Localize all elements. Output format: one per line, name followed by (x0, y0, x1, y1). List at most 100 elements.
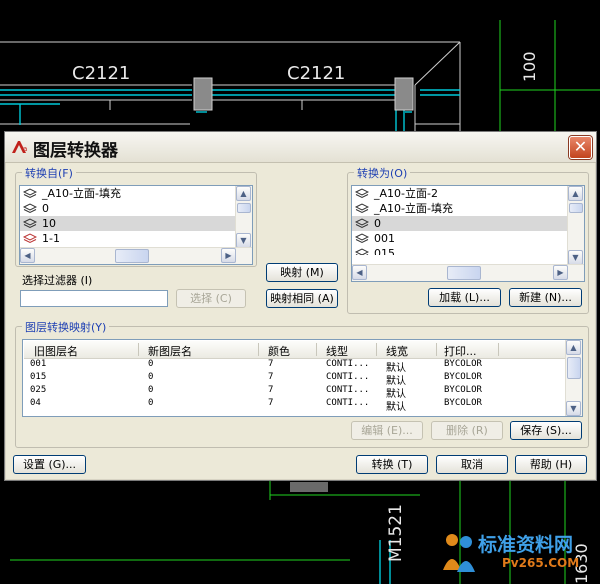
scroll-right-button[interactable]: ▶ (553, 265, 568, 280)
convert-to-label: 转换为(O) (354, 165, 411, 181)
scroll-up-button[interactable]: ▲ (236, 186, 251, 201)
list-item[interactable]: _A10-立面-填充 (352, 201, 584, 216)
cad-dimension-100: 100 (520, 51, 539, 82)
layer-mapping-label: 图层转换映射(Y) (22, 319, 110, 335)
close-button[interactable]: ✕ (569, 136, 592, 159)
cell-new-layer: 0 (148, 372, 154, 382)
table-row[interactable]: 04 0 7 CONTI... 默认 BYCOLOR (24, 398, 565, 413)
column-divider[interactable] (258, 343, 259, 356)
vertical-scrollbar[interactable]: ▲ ▼ (235, 186, 252, 248)
scroll-up-button[interactable]: ▲ (568, 186, 583, 201)
scroll-left-button[interactable]: ◀ (20, 248, 35, 263)
map-same-button[interactable]: 映射相同 (A) (266, 289, 338, 308)
column-divider[interactable] (498, 343, 499, 356)
watermark-text: 标准资料网 (478, 534, 574, 556)
column-divider[interactable] (376, 343, 377, 356)
layer-name: _A10-立面-填充 (374, 202, 453, 215)
horizontal-scrollbar[interactable]: ◀ ▶ (20, 247, 252, 264)
cell-color: 7 (268, 372, 274, 382)
layer-name: 10 (42, 217, 56, 230)
svg-text:a: a (23, 145, 27, 153)
list-item[interactable]: 001 (352, 231, 584, 246)
layer-translator-dialog: a 图层转换器 ✕ 转换自(F) _A10-立面-填充 0 10 1-1 ▲ ▼… (4, 131, 597, 481)
layer-name: 015 (374, 247, 395, 255)
layer-name: _A10-立面-填充 (42, 187, 121, 200)
column-divider[interactable] (436, 343, 437, 356)
layer-stack-icon (355, 188, 369, 199)
list-item[interactable]: 015 (352, 246, 584, 255)
vertical-scrollbar[interactable]: ▲ ▼ (567, 186, 584, 265)
cell-new-layer: 0 (148, 398, 154, 408)
layer-stack-icon (23, 218, 37, 229)
layer-stack-icon (23, 203, 37, 214)
settings-button[interactable]: 设置 (G)... (13, 455, 86, 474)
save-button[interactable]: 保存 (S)... (510, 421, 582, 440)
list-item-selected[interactable]: 0 (352, 216, 584, 231)
column-header-linetype[interactable]: 线型 (326, 343, 348, 359)
horizontal-scrollbar[interactable]: ◀ ▶ (352, 264, 584, 281)
convert-button[interactable]: 转换 (T) (356, 455, 428, 474)
help-button[interactable]: 帮助 (H) (515, 455, 587, 474)
cell-linetype: CONTI... (326, 359, 370, 369)
cell-old-layer: 015 (30, 372, 47, 382)
scroll-thumb[interactable] (569, 203, 583, 213)
scroll-thumb[interactable] (567, 357, 581, 379)
scroll-down-button[interactable]: ▼ (236, 233, 251, 248)
column-header-color[interactable]: 颜色 (268, 343, 290, 359)
column-header-lineweight[interactable]: 线宽 (386, 343, 408, 359)
table-header: 旧图层名 新图层名 颜色 线型 线宽 打印... (24, 341, 565, 359)
layer-mapping-table[interactable]: 旧图层名 新图层名 颜色 线型 线宽 打印... 001 0 7 CONTI..… (22, 339, 583, 417)
people-logo-icon (443, 534, 475, 572)
layer-name: 0 (374, 217, 381, 230)
edit-button[interactable]: 编辑 (E)... (351, 421, 423, 440)
dialog-titlebar[interactable]: a 图层转换器 ✕ (5, 132, 596, 163)
scroll-thumb[interactable] (447, 266, 481, 280)
scroll-up-button[interactable]: ▲ (566, 340, 581, 355)
scroll-thumb[interactable] (115, 249, 149, 263)
scroll-left-button[interactable]: ◀ (352, 265, 367, 280)
dialog-title: 图层转换器 (33, 141, 118, 161)
layer-name: _A10-立面-2 (374, 187, 438, 200)
layer-stack-icon (23, 188, 37, 199)
column-header-new-layer[interactable]: 新图层名 (148, 343, 192, 359)
list-item[interactable]: _A10-立面-填充 (20, 186, 252, 201)
load-button[interactable]: 加载 (L)... (428, 288, 501, 307)
close-icon: ✕ (573, 137, 588, 156)
site-watermark: 标准资料网 Pv265.COM (440, 528, 590, 578)
cad-label-window-1: C2121 (72, 63, 131, 84)
filter-input[interactable] (20, 290, 168, 307)
cell-plot-style: BYCOLOR (444, 398, 482, 408)
cell-color: 7 (268, 398, 274, 408)
delete-button[interactable]: 删除 (R) (431, 421, 503, 440)
list-item[interactable]: _A10-立面-2 (352, 186, 584, 201)
column-divider[interactable] (316, 343, 317, 356)
table-row[interactable]: 015 0 7 CONTI... 默认 BYCOLOR (24, 372, 565, 387)
scroll-right-button[interactable]: ▶ (221, 248, 236, 263)
map-button[interactable]: 映射 (M) (266, 263, 338, 282)
convert-from-group: 转换自(F) _A10-立面-填充 0 10 1-1 ▲ ▼ ◀ ▶ (15, 165, 257, 267)
column-header-old-layer[interactable]: 旧图层名 (34, 343, 78, 359)
list-item[interactable]: 1-1 (20, 231, 252, 246)
layer-stack-icon (355, 233, 369, 244)
convert-to-list[interactable]: _A10-立面-2 _A10-立面-填充 0 001 015 ▲ ▼ ◀ ▶ (351, 185, 585, 282)
select-button[interactable]: 选择 (C) (176, 289, 246, 308)
convert-from-list[interactable]: _A10-立面-填充 0 10 1-1 ▲ ▼ ◀ ▶ (19, 185, 253, 265)
autocad-logo-icon: a (12, 141, 27, 153)
cell-old-layer: 04 (30, 398, 41, 408)
cell-linetype: CONTI... (326, 398, 370, 408)
list-item[interactable]: 0 (20, 201, 252, 216)
cell-old-layer: 025 (30, 385, 47, 395)
cell-color: 7 (268, 385, 274, 395)
new-button[interactable]: 新建 (N)... (509, 288, 582, 307)
column-divider[interactable] (138, 343, 139, 356)
column-header-plot-style[interactable]: 打印... (444, 343, 477, 359)
scroll-down-button[interactable]: ▼ (568, 250, 583, 265)
watermark-url: Pv265.COM (502, 556, 580, 570)
cancel-button[interactable]: 取消 (436, 455, 508, 474)
table-row[interactable]: 025 0 7 CONTI... 默认 BYCOLOR (24, 385, 565, 400)
scroll-thumb[interactable] (237, 203, 251, 213)
table-row[interactable]: 001 0 7 CONTI... 默认 BYCOLOR (24, 359, 565, 374)
list-item-selected[interactable]: 10 (20, 216, 252, 231)
scroll-down-button[interactable]: ▼ (566, 401, 581, 416)
vertical-scrollbar[interactable]: ▲ ▼ (565, 340, 582, 416)
